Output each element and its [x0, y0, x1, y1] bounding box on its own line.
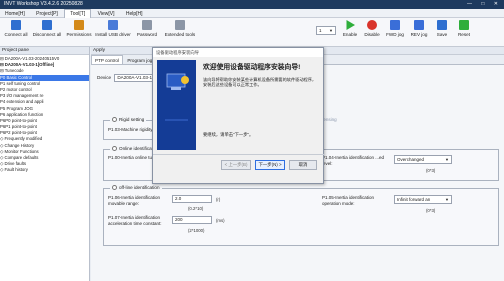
- project-pane: Project pane ⊟ DA200A-V1.03-20240515V0 ⊟…: [0, 47, 90, 281]
- inertia-level-value: Overchanged: [397, 157, 425, 162]
- movable-range-label: P1.06-Inertia identification movable ran…: [108, 195, 161, 206]
- rigid-setting-title: Rigid setting: [119, 117, 145, 122]
- enable-label: Enable: [342, 32, 358, 37]
- operation-mode-label: P1.05-Inertia identification operation m…: [322, 195, 375, 206]
- save-label: Save: [436, 32, 448, 37]
- password-label: Password: [136, 32, 158, 37]
- extended-tools-label: Extended tools: [164, 32, 196, 37]
- wizard-side-banner: [157, 60, 196, 150]
- offline-identification-title: off-line identification: [119, 185, 160, 190]
- online-identification-checkbox[interactable]: [112, 146, 117, 152]
- tree-item[interactable]: ◇ Fault history: [0, 167, 89, 173]
- acceleration-time-hint: (2*1000): [188, 228, 205, 233]
- operation-mode-select[interactable]: Infinit forward an ▼: [394, 195, 452, 204]
- cancel-button[interactable]: 取消: [289, 160, 317, 170]
- dialog-heading: 欢迎使用设备驱动程序安装向导!: [203, 64, 301, 71]
- inertia-level-select[interactable]: Overchanged ▼: [394, 155, 452, 164]
- disable-button[interactable]: Disable: [362, 20, 382, 37]
- device-label: Device: [97, 75, 112, 81]
- window-titlebar: INVT Workshop V3.4.2.6 20250828 — □ ✕: [0, 0, 504, 9]
- chevron-down-icon: ▼: [445, 157, 449, 162]
- fwd-jog-label: FWD jog: [386, 32, 404, 37]
- axis-select-value: 1: [319, 28, 322, 33]
- chevron-down-icon: ▼: [329, 28, 333, 33]
- usb-driver-icon: [108, 20, 118, 30]
- rev-jog-label: REV jog: [410, 32, 428, 37]
- play-icon: [346, 20, 355, 30]
- disconnect-all-button[interactable]: Disconnect all: [30, 20, 64, 37]
- acceleration-time-field[interactable]: 200: [172, 216, 212, 224]
- save-icon: [437, 20, 447, 30]
- menu-bar: Home[H] Project[P] Tool[T] View[V] Help[…: [0, 9, 504, 19]
- dialog-separator: [153, 154, 325, 155]
- axis-select[interactable]: 1 ▼: [316, 26, 336, 35]
- extended-tools-button[interactable]: Extended tools: [162, 20, 198, 37]
- rigid-setting-legend: Rigid setting: [110, 117, 147, 123]
- install-usb-driver-label: Install USB driver: [95, 32, 131, 37]
- rev-jog-icon: [414, 20, 424, 30]
- acceleration-time-label: P1.07-Inertia identification acceleratio…: [108, 215, 162, 226]
- install-usb-driver-button[interactable]: Install USB driver: [94, 20, 132, 37]
- movable-range-hint: (0.2*10): [188, 206, 204, 211]
- offline-identification-checkbox[interactable]: [112, 185, 117, 191]
- extended-tools-icon: [175, 20, 185, 30]
- offline-identification-group: off-line identification P1.06-Inertia id…: [103, 185, 499, 246]
- acceleration-time-unit: (ms): [216, 218, 225, 223]
- dialog-title: 设备驱动程序安装向导: [153, 48, 323, 57]
- reset-icon: [459, 20, 469, 30]
- reset-label: Reset: [457, 32, 470, 37]
- chevron-down-icon: ▼: [445, 197, 449, 202]
- fwd-jog-icon: [390, 20, 400, 30]
- dialog-body: 该向导将帮助你安装某些计算机设备所需要的软件驱动程序，安装后这些设备可以正常工作…: [203, 77, 317, 88]
- rigid-setting-checkbox[interactable]: [112, 117, 117, 123]
- disable-label: Disable: [364, 32, 380, 37]
- movable-range-field[interactable]: 2.0: [172, 195, 212, 203]
- inertia-level-hint: (0*3): [426, 168, 436, 173]
- operation-mode-value: Infinit forward an: [397, 197, 431, 202]
- permissions-button[interactable]: Permissions: [66, 20, 92, 37]
- permissions-icon: [74, 20, 84, 30]
- enable-button[interactable]: Enable: [340, 20, 360, 37]
- wizard-logo-icon: [157, 60, 196, 150]
- offline-identification-legend: off-line identification: [110, 185, 162, 191]
- disconnect-all-label: Disconnect all: [32, 32, 62, 37]
- back-button[interactable]: < 上一步(B): [221, 160, 251, 170]
- window-title: INVT Workshop V3.4.2.6 20250828: [4, 1, 83, 7]
- reset-button[interactable]: Reset: [454, 20, 474, 37]
- connect-icon: [11, 20, 21, 30]
- permissions-label: Permissions: [66, 32, 92, 37]
- project-tree: ⊟ DA200A-V1.03-20240515V0 ⊟ DA200A-V1.03…: [0, 55, 89, 174]
- window-controls[interactable]: — □ ✕: [467, 0, 502, 9]
- inertia-online-tuning-label: P1.00-Inertia online tu...: [108, 155, 156, 160]
- operation-mode-hint: (0*3): [426, 208, 436, 213]
- connect-all-button[interactable]: Connect all: [4, 20, 28, 37]
- driver-install-dialog: 设备驱动程序安装向导 欢迎使用设备驱动程序安装向导! 该向导将帮助你安装某些计算…: [152, 47, 325, 184]
- password-button[interactable]: Password: [134, 20, 160, 37]
- dialog-next-hint: 要继续，请单击"下一步"。: [203, 132, 254, 137]
- stop-icon: [367, 20, 377, 30]
- save-button[interactable]: Save: [432, 20, 452, 37]
- password-icon: [142, 20, 152, 30]
- rev-jog-button[interactable]: REV jog: [408, 20, 430, 37]
- toolbar: Connect all Disconnect all Permissions I…: [0, 18, 504, 47]
- fwd-jog-button[interactable]: FWD jog: [384, 20, 406, 37]
- project-pane-header: Project pane: [0, 47, 89, 55]
- inertia-identification-level-label: P1.04-Inertia identification ...ed level…: [322, 155, 385, 166]
- next-button[interactable]: 下一步(N) >: [255, 160, 285, 170]
- disconnect-icon: [42, 20, 52, 30]
- movable-range-unit: (r): [216, 197, 221, 202]
- connect-all-label: Connect all: [4, 32, 28, 37]
